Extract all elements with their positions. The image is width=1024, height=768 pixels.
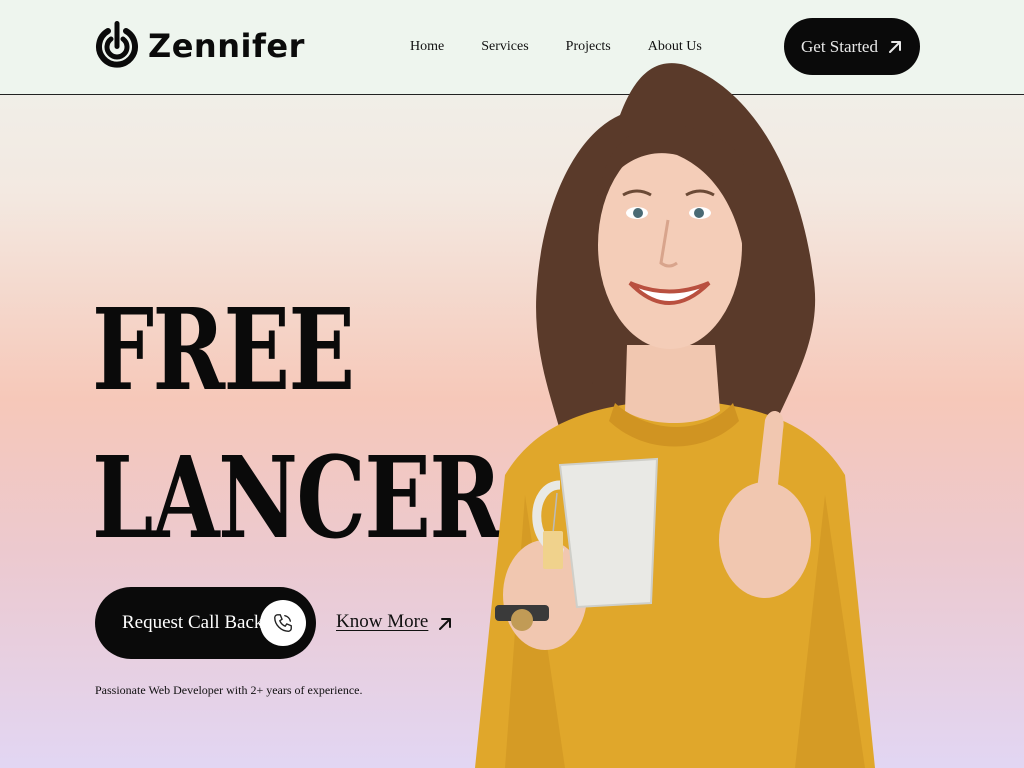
nav-about-us[interactable]: About Us: [648, 39, 702, 55]
request-call-back-label: Request Call Back: [122, 612, 264, 633]
phone-icon: [274, 614, 292, 632]
hero-portrait-image: [475, 63, 875, 768]
phone-icon-circle: [260, 600, 306, 646]
brand-name: Zennifer: [148, 27, 305, 65]
arrow-up-right-icon: [888, 40, 901, 53]
know-more-label: Know More: [336, 611, 429, 632]
get-started-label: Get Started: [801, 36, 878, 56]
main-nav: Home Services Projects About Us: [410, 39, 739, 55]
nav-projects[interactable]: Projects: [566, 39, 611, 55]
hero-title-line-2: LANCER: [92, 433, 502, 564]
hero-title: FREE LANCER: [92, 277, 502, 573]
hero-tagline: Passionate Web Developer with 2+ years o…: [95, 683, 363, 697]
arrow-up-right-icon: [439, 618, 452, 630]
know-more-link[interactable]: Know More: [336, 611, 453, 633]
brand-logo[interactable]: Zennifer: [94, 17, 305, 75]
nav-home[interactable]: Home: [410, 39, 444, 55]
logo-icon: [96, 21, 138, 68]
request-call-back-button[interactable]: Request Call Back: [95, 587, 316, 659]
nav-services[interactable]: Services: [481, 39, 528, 55]
hero-title-line-1: FREE: [92, 285, 355, 416]
